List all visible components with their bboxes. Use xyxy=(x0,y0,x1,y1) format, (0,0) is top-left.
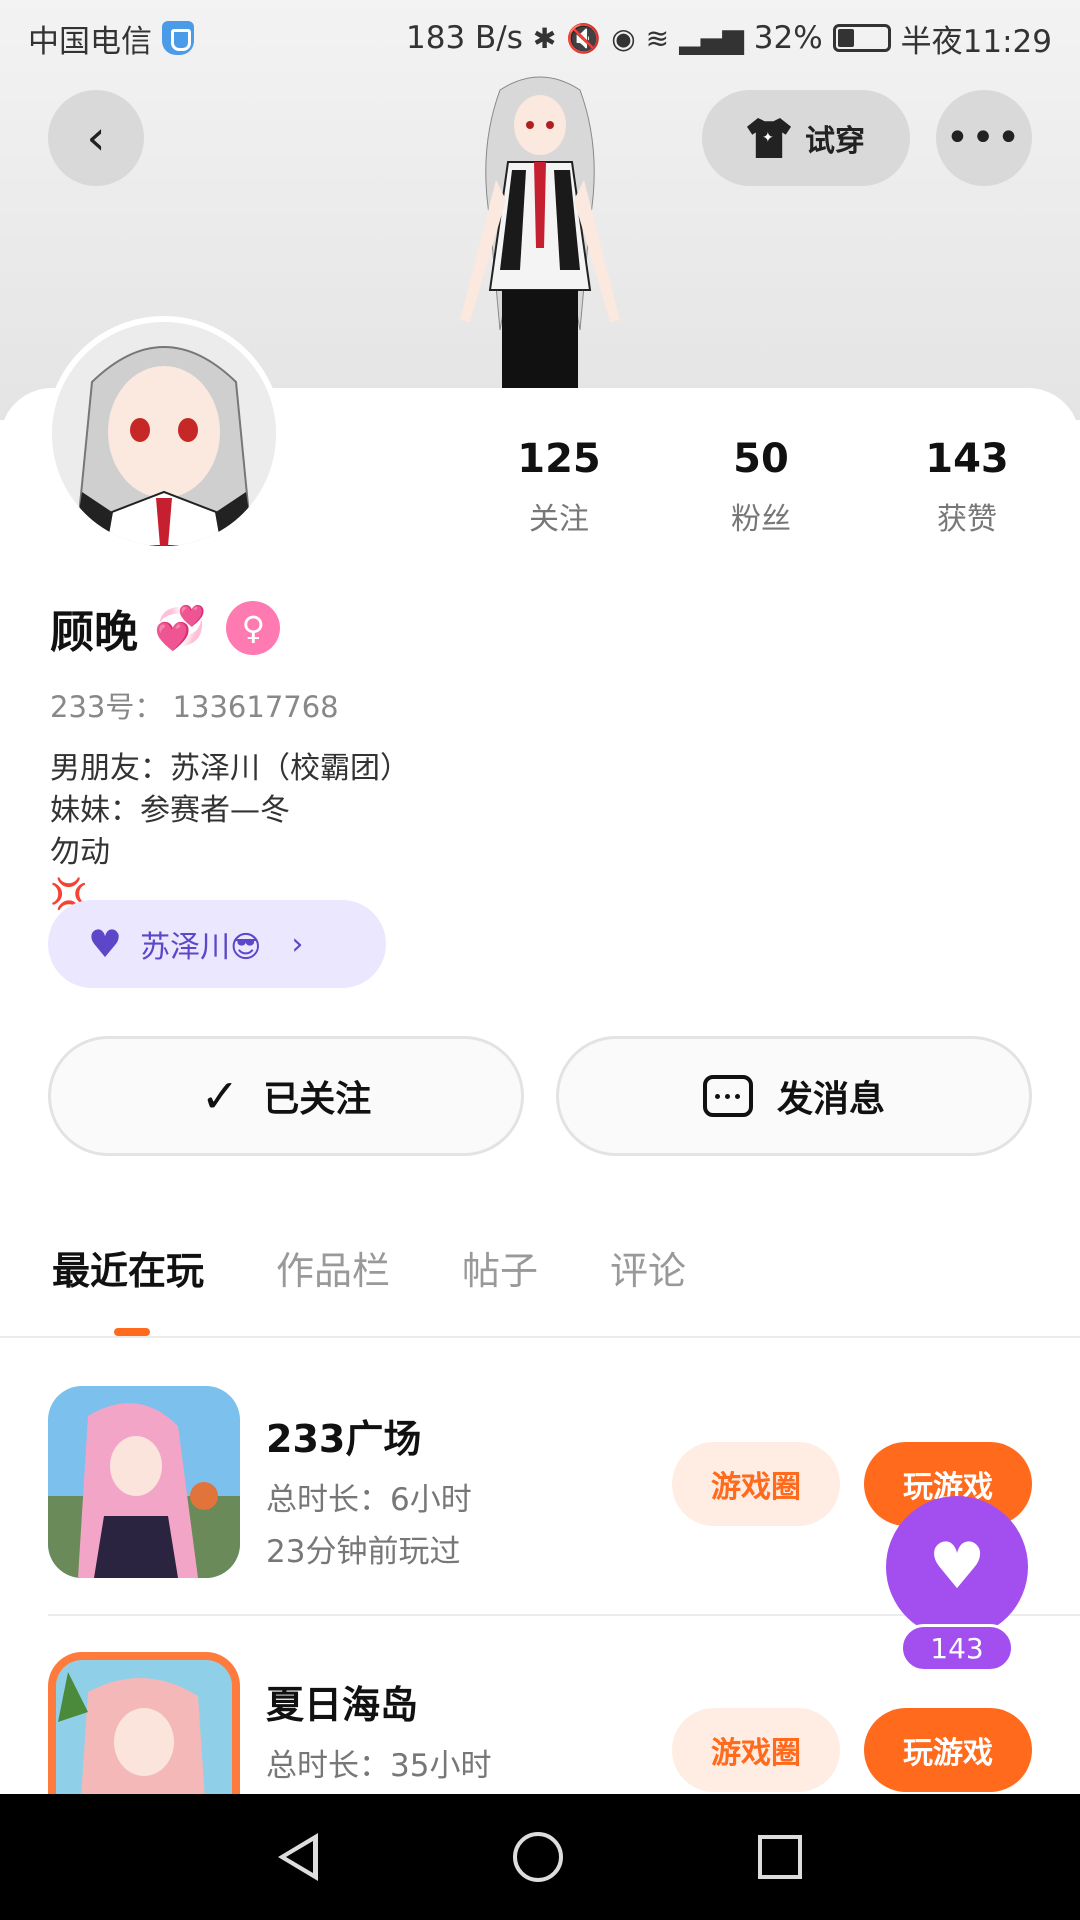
bluetooth-icon: ✱ xyxy=(532,21,557,55)
game-last-played: 23分钟前玩过 xyxy=(266,1534,461,1570)
more-dots-icon: ••• xyxy=(945,115,1023,161)
network-speed: 183 B/s xyxy=(406,20,523,56)
nav-back-icon[interactable] xyxy=(277,1833,318,1881)
check-icon: ✓ xyxy=(200,1069,240,1123)
stat-label: 粉丝 xyxy=(731,502,791,537)
chevron-right-icon: › xyxy=(291,926,304,962)
stat-label: 关注 xyxy=(529,502,589,537)
stat-label: 获赞 xyxy=(937,502,997,537)
stat-following[interactable]: 125 关注 xyxy=(479,436,639,538)
shirt-icon: ✦ xyxy=(747,118,791,158)
avatar-character-figure xyxy=(460,76,620,390)
user-name: 顾晚 xyxy=(50,607,138,658)
tab-active-indicator xyxy=(114,1328,150,1336)
signal-icon: ▂▄▆ xyxy=(679,21,744,55)
chat-bubble-icon xyxy=(702,1075,753,1117)
mute-icon: 🔇 xyxy=(566,21,602,55)
game-total-time: 总时长：6小时 xyxy=(266,1482,472,1518)
user-id: 233号： 133617768 xyxy=(50,690,339,724)
game-title: 233广场 xyxy=(266,1417,422,1461)
bio-text: 勿动 xyxy=(50,835,110,870)
wifi-icon: ≋ xyxy=(645,21,670,55)
more-button[interactable]: ••• xyxy=(936,90,1032,186)
back-button[interactable]: ‹ xyxy=(48,90,144,186)
tabs-divider xyxy=(0,1336,1080,1338)
partner-name: 苏泽川😎 xyxy=(140,930,262,965)
heart-icon: ♥ xyxy=(88,922,123,966)
try-on-label: 试穿 xyxy=(805,124,865,159)
like-count-badge: 143 xyxy=(900,1624,1014,1672)
female-icon: ♀ xyxy=(226,601,281,655)
stat-value: 50 xyxy=(733,436,789,482)
status-bar: 中国电信 183 B/s ✱ 🔇 ◉ ≋ ▂▄▆ 32% 半夜11:29 xyxy=(0,0,1080,76)
bio-line: 男朋友：苏泽川（校霸团） xyxy=(50,751,410,786)
name-row: 顾晚 💞 ♀ xyxy=(50,596,281,660)
follow-label: 已关注 xyxy=(263,1079,372,1120)
system-nav-bar xyxy=(0,1794,1080,1920)
game-circle-button[interactable]: 游戏圈 xyxy=(672,1442,840,1526)
tab-posts[interactable]: 帖子 xyxy=(462,1240,538,1295)
battery-icon xyxy=(832,24,891,52)
try-on-button[interactable]: ✦ 试穿 xyxy=(702,90,910,186)
game-icon xyxy=(48,1386,240,1578)
tab-recent-play[interactable]: 最近在玩 xyxy=(52,1240,204,1295)
avatar[interactable] xyxy=(46,316,282,552)
nav-home-icon[interactable] xyxy=(512,1832,563,1882)
tab-works[interactable]: 作品栏 xyxy=(276,1240,390,1295)
avatar-portrait-icon xyxy=(52,322,276,546)
heart-icon: ♥ xyxy=(928,1530,986,1604)
battery-percent: 32% xyxy=(753,20,823,56)
partner-pill[interactable]: ♥ 苏泽川😎 › xyxy=(48,900,386,988)
floating-like-button[interactable]: ♥ xyxy=(886,1496,1028,1638)
message-button[interactable]: 发消息 xyxy=(556,1036,1032,1156)
stat-likes[interactable]: 143 获赞 xyxy=(887,436,1047,538)
profile-tabs: 最近在玩 作品栏 帖子 评论 xyxy=(52,1240,686,1295)
heart-emoji: 💞 xyxy=(154,603,207,652)
stat-fans[interactable]: 50 粉丝 xyxy=(681,436,841,538)
list-item[interactable]: 233广场 总时长：6小时 23分钟前玩过 游戏圈 玩游戏 xyxy=(48,1386,1032,1586)
eye-icon: ◉ xyxy=(611,21,636,55)
game-title: 夏日海岛 xyxy=(266,1683,419,1727)
stat-value: 143 xyxy=(925,436,1009,482)
carrier-label: 中国电信 xyxy=(28,23,152,60)
follow-button[interactable]: ✓ 已关注 xyxy=(48,1036,524,1156)
clock: 半夜11:29 xyxy=(900,23,1052,60)
nav-recent-apps-icon[interactable] xyxy=(758,1835,803,1879)
bio-line: 妹妹：参赛者—冬 xyxy=(50,793,290,828)
security-shield-icon xyxy=(162,21,194,55)
play-game-button[interactable]: 玩游戏 xyxy=(864,1708,1032,1792)
game-total-time: 总时长：35小时 xyxy=(266,1748,492,1784)
tab-comments[interactable]: 评论 xyxy=(610,1240,686,1295)
message-label: 发消息 xyxy=(776,1079,885,1120)
back-chevron-icon: ‹ xyxy=(86,110,106,166)
stat-value: 125 xyxy=(517,436,601,482)
user-bio: 男朋友：苏泽川（校霸团） 妹妹：参赛者—冬 勿动 💢 xyxy=(50,748,410,916)
game-circle-button[interactable]: 游戏圈 xyxy=(672,1708,840,1792)
